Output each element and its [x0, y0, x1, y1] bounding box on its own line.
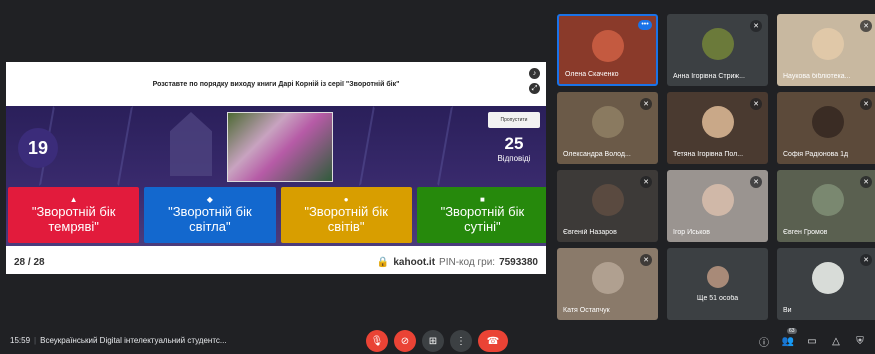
audio-icon[interactable]: ♪ [529, 68, 540, 79]
participant-tile[interactable]: ✕ Катя Остапчук [557, 248, 658, 320]
house-decoration [170, 112, 212, 176]
participant-tile[interactable]: ✕ Олександра Волод... [557, 92, 658, 164]
participant-tile[interactable]: ✕ Ігор Иськов [667, 170, 768, 242]
participant-name: Олена Скаченко [565, 71, 619, 78]
lock-icon: 🔒 [376, 257, 390, 268]
avatar [811, 106, 844, 138]
mic-off-icon: ✕ [640, 176, 652, 188]
avatar [811, 28, 844, 60]
avatar [591, 262, 624, 294]
participant-name: Софія Радіонова 1д [783, 151, 849, 158]
avatar [811, 262, 844, 294]
activities-icon[interactable]: △ [829, 334, 843, 348]
meeting-tools: ⓘ 👥 63 ▭ △ ⛨ [757, 328, 867, 349]
mic-off-icon: ✕ [750, 98, 762, 110]
participant-name: Ігор Иськов [673, 229, 711, 236]
camera-toggle-icon[interactable]: ⊘ [394, 330, 416, 352]
participant-name: Євген Громов [783, 229, 828, 236]
mic-off-icon: ✕ [860, 98, 872, 110]
participant-name: Ви [783, 307, 792, 314]
participants-count: 63 [787, 328, 797, 334]
clock: 15:59 [10, 336, 31, 345]
participant-name: Євгеній Назаров [563, 229, 617, 236]
skip-button[interactable]: Пропустити [488, 112, 540, 128]
avatar [591, 184, 624, 216]
call-controls: 🎙 ⊘ ⊞ ⋮ ☎ [366, 330, 508, 352]
avatar [591, 106, 624, 138]
participant-tile[interactable]: ✕ Євгеній Назаров [557, 170, 658, 242]
answers-count: 25 [504, 134, 524, 153]
answer-options: ▲ "Зворотній бік темряві" ◆ "Зворотній б… [8, 187, 546, 243]
avatar [591, 30, 624, 62]
answer-label: "Зворотній бік темряві" [31, 204, 116, 235]
participant-tile[interactable]: ✕ Анна Ігорівна Стриж... [667, 14, 768, 86]
pin-info: 🔒 kahoot.it PIN-код гри: 7593380 [377, 257, 538, 268]
avatar [701, 184, 734, 216]
bottom-bar: 15:59 | Всеукраїнський Digital інтелектуал… [0, 328, 875, 354]
square-icon: ■ [479, 194, 485, 204]
book-covers-image [227, 112, 333, 182]
more-options-icon[interactable]: ••• [638, 20, 652, 30]
kahoot-footer: 28 / 28 🔒 kahoot.it PIN-код гри: 7593380 [6, 251, 546, 274]
answer-label: "Зворотній бік сутіні" [440, 204, 525, 235]
people-icon[interactable]: 👥 63 [781, 328, 797, 348]
avatar [701, 28, 734, 60]
avatar [811, 184, 844, 216]
participant-tile[interactable]: ✕ Тетяна Ігорівна Пол... [667, 92, 768, 164]
participant-name: Тетяна Ігорівна Пол... [673, 151, 744, 158]
more-participants-tile[interactable]: Ще 51 особа [667, 248, 768, 320]
answer-option-1[interactable]: ▲ "Зворотній бік темряві" [8, 187, 140, 243]
participant-tile[interactable]: ✕ Євген Громов [777, 170, 875, 242]
host-controls-icon[interactable]: ⛨ [853, 334, 867, 348]
fullscreen-icon[interactable]: ⤢ [529, 83, 540, 94]
meeting-details-icon[interactable]: ⓘ [757, 334, 771, 349]
chat-icon[interactable]: ▭ [805, 334, 819, 348]
meeting-title: Всеукраїнський Digital інтелектуальний с… [40, 336, 227, 345]
diamond-icon: ◆ [206, 194, 213, 204]
game-pin: 7593380 [499, 257, 538, 268]
participant-tile[interactable]: ✕ Софія Радіонова 1д [777, 92, 875, 164]
more-participants-label: Ще 51 особа [696, 295, 739, 302]
participant-name: Наукова бібліотека... [783, 73, 851, 80]
participant-name: Олександра Волод... [563, 151, 631, 158]
present-screen-icon[interactable]: ⊞ [422, 330, 444, 352]
mic-toggle-icon[interactable]: 🎙 [366, 330, 388, 352]
tree-decoration [358, 106, 454, 186]
mic-off-icon: ✕ [860, 20, 872, 32]
question-controls: ♪ ⤢ [529, 68, 540, 94]
participant-name: Анна Ігорівна Стриж... [673, 73, 745, 80]
triangle-icon: ▲ [69, 194, 78, 204]
participant-name: Катя Остапчук [563, 307, 610, 314]
meeting-info: 15:59 | Всеукраїнський Digital інтелектуал… [10, 336, 227, 345]
answer-option-3[interactable]: ● "Зворотній бік світів" [280, 187, 412, 243]
pin-label: PIN-код гри: [439, 257, 496, 268]
kahoot-site: kahoot.it [393, 257, 436, 268]
self-tile[interactable]: ✕ Ви [777, 248, 875, 320]
question-progress: 28 / 28 [14, 257, 45, 268]
circle-icon: ● [343, 194, 349, 204]
question-text: Розставте по порядку виходу книги Дарі К… [152, 80, 400, 88]
answer-option-2[interactable]: ◆ "Зворотній бік світла" [144, 187, 276, 243]
question-bar: Розставте по порядку виходу книги Дарі К… [6, 62, 546, 106]
participant-tile[interactable]: ••• Олена Скаченко [557, 14, 658, 86]
avatar [701, 106, 734, 138]
answers-label: Відповіді [497, 154, 531, 163]
avatar [706, 266, 729, 288]
mic-off-icon: ✕ [860, 176, 872, 188]
end-call-icon[interactable]: ☎ [478, 330, 508, 352]
meet-window: Розставте по порядку виходу книги Дарі К… [0, 0, 875, 354]
participant-tile[interactable]: ✕ Наукова бібліотека... [777, 14, 875, 86]
mic-off-icon: ✕ [640, 254, 652, 266]
answer-option-4[interactable]: ■ "Зворотній бік сутіні" [416, 187, 546, 243]
answer-label: "Зворотній бік світла" [168, 204, 252, 235]
countdown-timer: 19 [18, 128, 58, 168]
mic-off-icon: ✕ [750, 176, 762, 188]
mic-off-icon: ✕ [860, 254, 872, 266]
shared-screen: Розставте по порядку виходу книги Дарі К… [6, 62, 546, 274]
mic-off-icon: ✕ [750, 20, 762, 32]
answer-label: "Зворотній бік світів" [304, 204, 388, 235]
answers-counter: 25 Відповіді [488, 134, 540, 163]
more-options-icon[interactable]: ⋮ [450, 330, 472, 352]
mic-off-icon: ✕ [640, 98, 652, 110]
